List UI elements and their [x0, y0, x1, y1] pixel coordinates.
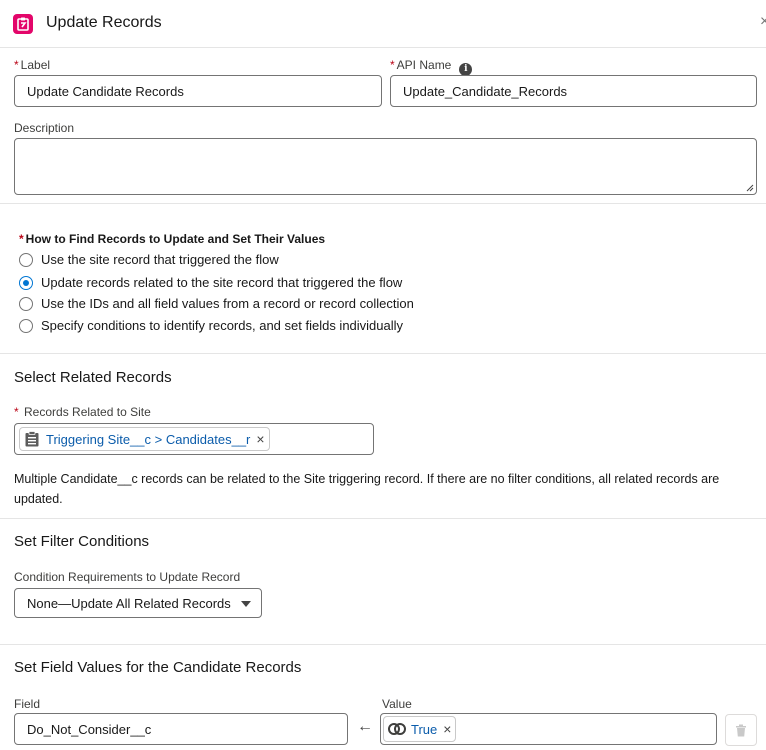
close-icon[interactable]: × [760, 13, 766, 31]
condition-requirements-select[interactable]: None—Update All Related Records [14, 588, 262, 618]
radio-label: Use the IDs and all field values from a … [41, 296, 414, 311]
records-related-label-text: Records Related to Site [24, 405, 151, 419]
divider [0, 203, 766, 204]
boolean-icon [388, 723, 406, 735]
divider [0, 518, 766, 519]
records-related-label: * Records Related to Site [14, 405, 151, 419]
radio-button[interactable] [19, 296, 33, 311]
radio-option-ids-collection[interactable]: Use the IDs and all field values from a … [19, 296, 414, 311]
trash-icon [736, 724, 746, 736]
radio-button-selected[interactable] [19, 275, 33, 290]
value-input[interactable]: True × [380, 713, 717, 745]
label-text: Label [20, 58, 51, 72]
divider [0, 644, 766, 645]
find-records-heading-text: How to Find Records to Update and Set Th… [25, 232, 326, 246]
radio-option-site-record[interactable]: Use the site record that triggered the f… [19, 252, 279, 267]
records-related-input[interactable]: Triggering Site__c > Candidates__r × [14, 423, 374, 455]
delete-button[interactable] [725, 714, 757, 746]
related-records-pill-text: Triggering Site__c > Candidates__r [46, 431, 251, 447]
radio-option-related-records[interactable]: Update records related to the site recor… [19, 275, 402, 290]
modal-header: Update Records × [0, 0, 766, 48]
label-input[interactable]: Update Candidate Records [14, 75, 382, 107]
radio-label: Specify conditions to identify records, … [41, 318, 404, 333]
related-records-pill: Triggering Site__c > Candidates__r × [19, 427, 270, 451]
remove-pill-icon[interactable]: × [256, 431, 264, 447]
radio-option-specify-conditions[interactable]: Specify conditions to identify records, … [19, 318, 403, 333]
arrow-left-icon: ← [357, 718, 373, 735]
clipboard-icon [25, 431, 39, 447]
api-name-text: API Name [396, 58, 452, 72]
condition-requirements-label: Condition Requirements to Update Record [14, 570, 241, 584]
value-pill: True × [383, 716, 457, 742]
required-mark: * [14, 405, 19, 419]
label-input-value: Update Candidate Records [27, 83, 184, 99]
api-name-input[interactable]: Update_Candidate_Records [390, 75, 757, 107]
modal-title: Update Records [46, 14, 162, 31]
radio-label: Update records related to the site recor… [41, 275, 403, 290]
section-title-related-records: Select Related Records [14, 369, 172, 386]
resize-handle-icon[interactable] [746, 184, 754, 192]
remove-value-icon[interactable]: × [443, 721, 451, 737]
update-records-icon [13, 14, 33, 34]
radio-button[interactable] [19, 252, 33, 267]
field-input[interactable]: Do_Not_Consider__c [14, 713, 348, 745]
field-column-label: Field [14, 697, 41, 711]
info-icon[interactable]: i [459, 62, 473, 76]
value-column-label: Value [382, 697, 412, 711]
chevron-down-icon [241, 601, 251, 607]
description-textarea[interactable] [14, 138, 757, 195]
value-pill-text: True [411, 721, 438, 737]
related-records-help-text: Multiple Candidate__c records can be rel… [14, 472, 720, 506]
label-field-label: * Label [14, 58, 50, 72]
section-title-field-values: Set Field Values for the Candidate Recor… [14, 659, 302, 676]
find-records-heading: * How to Find Records to Update and Set T… [19, 232, 325, 246]
required-mark: * [390, 58, 395, 72]
api-name-input-value: Update_Candidate_Records [403, 83, 568, 99]
radio-label: Use the site record that triggered the f… [41, 252, 279, 267]
api-name-field-label: * API Name i [390, 58, 473, 76]
description-label: Description [14, 121, 75, 135]
required-mark: * [19, 232, 24, 246]
field-input-value: Do_Not_Consider__c [27, 721, 152, 737]
section-title-filter: Set Filter Conditions [14, 533, 150, 550]
radio-button[interactable] [19, 318, 33, 333]
condition-requirements-value: None—Update All Related Records [27, 595, 231, 611]
divider [0, 353, 766, 354]
required-mark: * [14, 58, 19, 72]
